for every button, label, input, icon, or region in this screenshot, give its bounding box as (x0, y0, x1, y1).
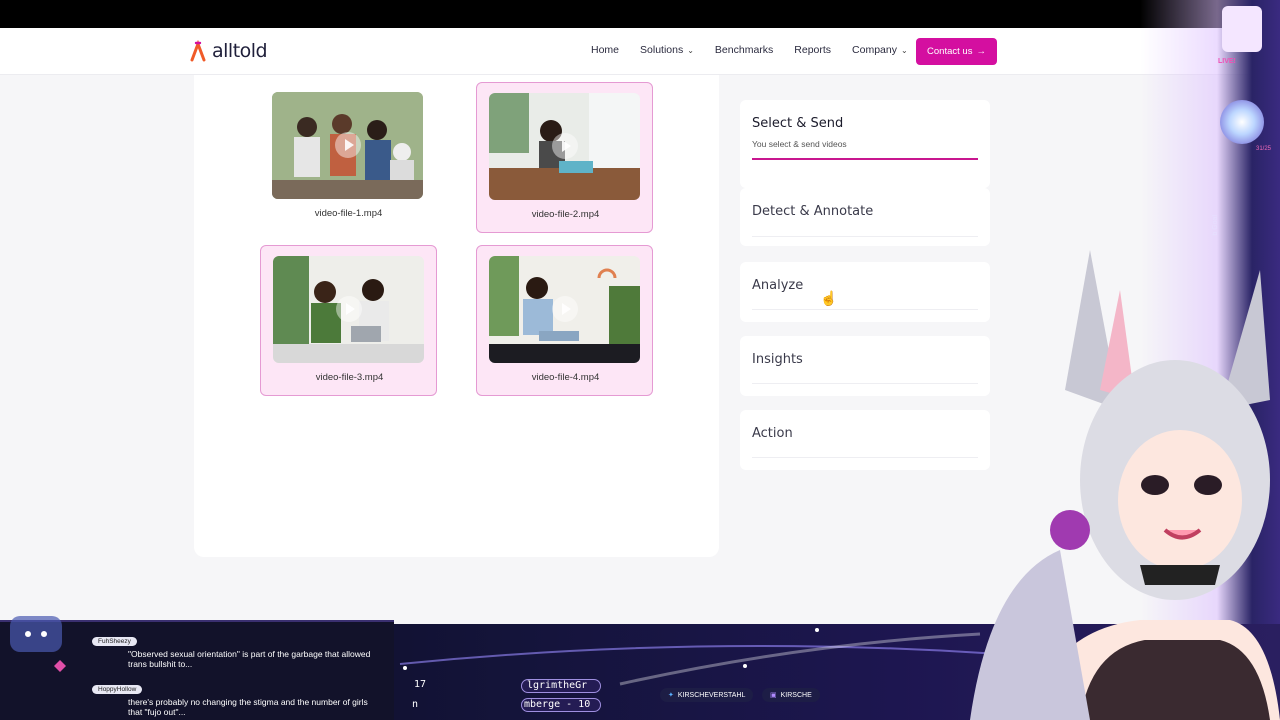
live-label: LIVE! (1218, 58, 1236, 65)
chevron-down-icon: ⌄ (687, 45, 694, 55)
nav-solutions[interactable]: Solutions ⌄ (640, 44, 694, 56)
play-icon (335, 132, 361, 158)
video-thumbnail (489, 256, 640, 363)
mascot-chat-icon (10, 616, 66, 672)
step-divider (752, 383, 978, 384)
window-top-bar (0, 0, 1280, 28)
bow-icon (1222, 6, 1262, 52)
step-title: Analyze (752, 278, 804, 293)
step-progress-underline (752, 158, 978, 160)
ticker-value: lgrimtheGr (527, 680, 588, 691)
nav-company-label: Company (852, 44, 897, 56)
alltold-logo[interactable]: alltold (190, 40, 268, 62)
contact-us-label: Contact us (927, 46, 973, 57)
video-filename: video-file-1.mp4 (314, 208, 383, 219)
step-analyze[interactable]: Analyze (740, 262, 990, 322)
play-icon (552, 296, 578, 322)
contact-us-button[interactable]: Contact us → (916, 38, 997, 65)
logo-text: alltold (212, 40, 268, 62)
nav-benchmarks-label: Benchmarks (714, 44, 774, 56)
chat-username: FuhSheezy (92, 637, 137, 646)
goal-label: b Goal (1212, 215, 1219, 236)
chat-text: there's probably no changing the stigma … (128, 697, 368, 717)
step-insights[interactable]: Insights (740, 336, 990, 396)
nav-reports[interactable]: Reports (794, 44, 831, 56)
play-icon (336, 296, 362, 322)
stream-chat-box: FuhSheezy "Observed sexual orientation" … (0, 616, 394, 720)
video-card-2[interactable]: video-file-2.mp4 (476, 82, 653, 233)
step-divider (752, 309, 978, 310)
twitch-icon: ▣ (770, 692, 777, 699)
social-handle: KIRSCHE (780, 691, 812, 699)
social-twitter: ✦ KIRSCHEVERSTAHL (660, 688, 754, 702)
step-title: Detect & Annotate (752, 204, 874, 219)
nav-reports-label: Reports (794, 44, 832, 56)
step-divider (752, 236, 978, 237)
step-title: Action (752, 426, 793, 441)
chat-message: FuhSheezy "Observed sexual orientation" … (92, 630, 382, 669)
sub-counter: 31/25 (1256, 146, 1272, 152)
logo-mark-icon (190, 40, 206, 62)
chat-message: HoppyHollow there's probably no changing… (92, 678, 382, 717)
play-icon (552, 133, 578, 159)
step-title: Select & Send (752, 116, 844, 131)
orb-icon (1220, 100, 1264, 144)
video-filename: video-file-3.mp4 (315, 372, 384, 383)
nav-home[interactable]: Home (591, 44, 619, 56)
nav-benchmarks[interactable]: Benchmarks (715, 44, 773, 56)
chat-text: "Observed sexual orientation" is part of… (128, 649, 371, 669)
chevron-down-icon: ⌄ (901, 45, 908, 55)
video-thumbnail (489, 93, 640, 200)
step-divider (752, 457, 978, 458)
video-filename: video-file-4.mp4 (531, 372, 600, 383)
video-filename: video-file-2.mp4 (531, 209, 600, 220)
video-thumbnail (273, 256, 424, 363)
vtuber-avatar-image (970, 250, 1280, 720)
video-card-1[interactable]: video-file-1.mp4 (260, 82, 437, 233)
step-subtitle: You select & send videos (752, 139, 847, 149)
step-title: Insights (752, 352, 803, 367)
video-card-4[interactable]: video-file-4.mp4 (476, 245, 653, 396)
nav-company[interactable]: Company ⌄ (852, 44, 908, 56)
site-header: alltold Home Solutions ⌄ Benchmarks Repor… (0, 28, 1280, 75)
hand-cursor-icon: ☝ (820, 290, 838, 306)
step-select-send[interactable]: Select & Send You select & send videos (740, 100, 990, 188)
social-twitch: ▣ KIRSCHE (762, 688, 820, 702)
arrow-right-icon: → (976, 46, 986, 57)
nav-home-label: Home (591, 44, 620, 56)
ticker-value: 17 (414, 679, 427, 690)
main-nav: Home Solutions ⌄ Benchmarks Reports Compa… (591, 44, 929, 56)
step-detect-annotate[interactable]: Detect & Annotate (740, 188, 990, 246)
step-action[interactable]: Action (740, 410, 990, 470)
nav-solutions-label: Solutions (640, 44, 684, 56)
ticker-value: mberge - 10 (524, 699, 591, 710)
twitter-icon: ✦ (668, 692, 674, 699)
video-thumbnail (272, 92, 423, 199)
social-handle: KIRSCHEVERSTAHL (677, 691, 746, 699)
ticker-value: n (412, 699, 419, 710)
video-card-3[interactable]: video-file-3.mp4 (260, 245, 437, 396)
video-selection-panel: video-file-1.mp4 video-file-2.mp4 video-… (194, 75, 719, 557)
chat-username: HoppyHollow (92, 685, 143, 694)
